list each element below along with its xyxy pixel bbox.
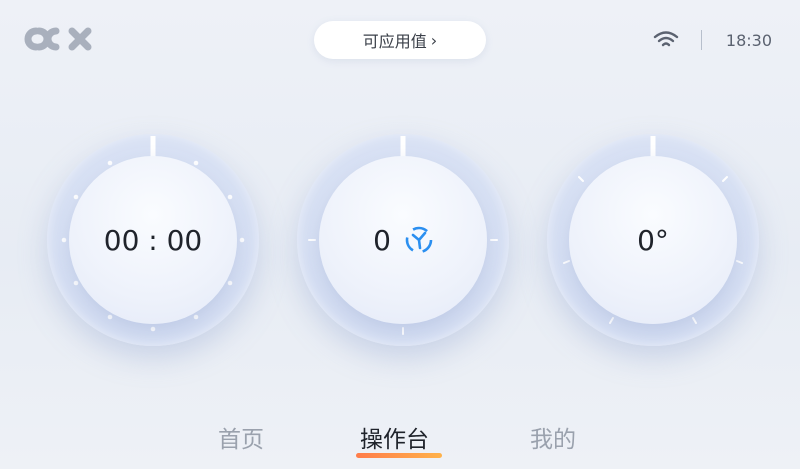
apply-values-button[interactable]: 可应用值 › xyxy=(314,21,486,59)
status-divider xyxy=(700,30,702,50)
nav-mine[interactable]: 我的 xyxy=(530,420,576,454)
fan-dial[interactable]: 0 xyxy=(297,134,509,346)
temperature-value: 0° xyxy=(637,223,669,257)
timer-value: 00 : 00 xyxy=(103,223,203,257)
status-bar: 18:30 xyxy=(653,28,772,52)
fan-value: 0 xyxy=(373,223,391,257)
wifi-icon xyxy=(653,31,679,47)
fan-icon xyxy=(405,226,433,254)
chevron-right-icon: › xyxy=(430,30,438,50)
apply-values-label: 可应用值 xyxy=(362,32,427,51)
clock-time: 18:30 xyxy=(725,30,772,50)
fan-value-row: 0 xyxy=(297,222,509,258)
nav-console[interactable]: 操作台 xyxy=(360,420,429,454)
temperature-dial[interactable]: 0° xyxy=(547,134,759,346)
nav-home[interactable]: 首页 xyxy=(218,420,264,454)
active-tab-indicator xyxy=(356,453,442,458)
brand-logo xyxy=(24,27,92,51)
timer-dial[interactable]: 00 : 00 xyxy=(47,134,259,346)
